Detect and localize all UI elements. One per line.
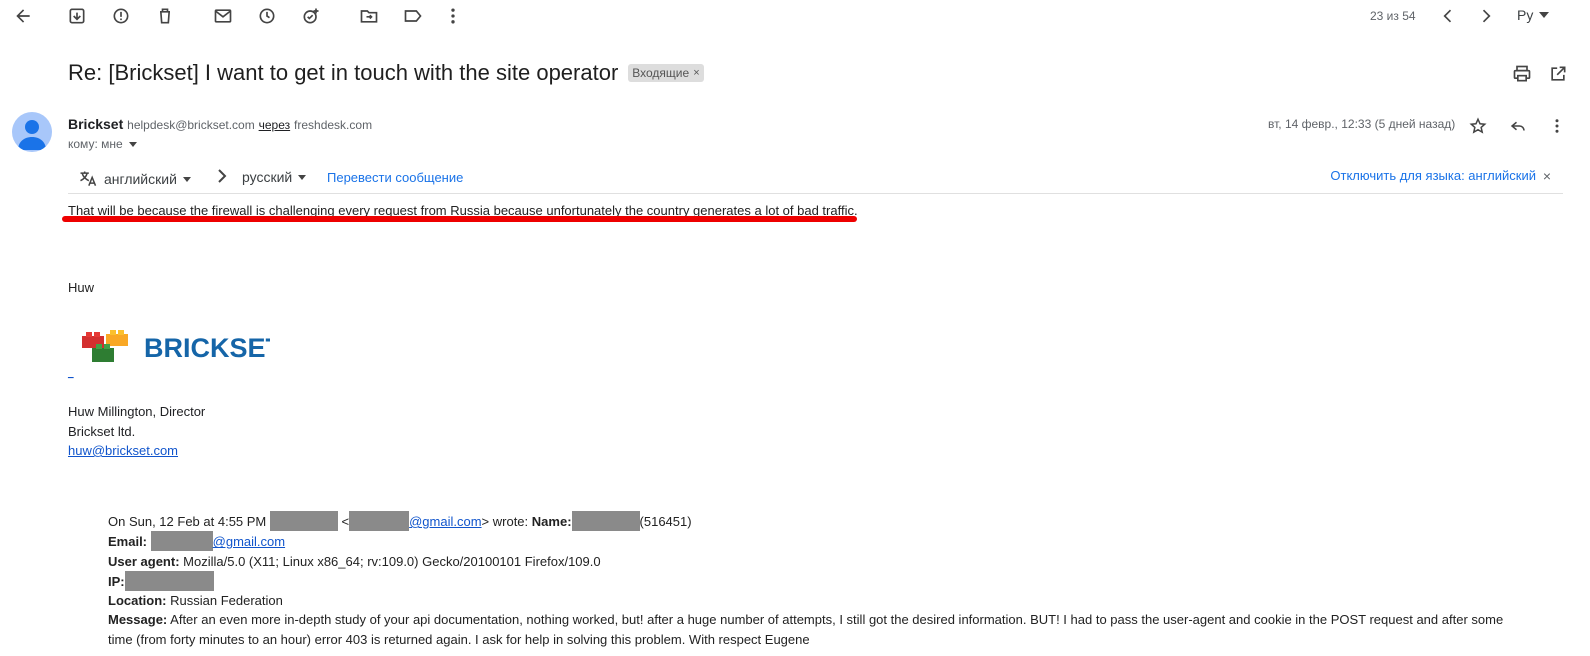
- red-highlight-underline: [62, 216, 857, 222]
- remove-label-button[interactable]: ×: [693, 67, 699, 79]
- quote-email-row: Email: @gmail.com: [108, 531, 1528, 552]
- close-translate-bar-button[interactable]: ×: [1543, 168, 1551, 184]
- add-task-icon[interactable]: [299, 4, 323, 28]
- disable-translation-link[interactable]: Отключить для языка: английский: [1330, 168, 1536, 183]
- quote-wrote: > wrote:: [481, 514, 529, 529]
- chevron-right-icon: [216, 169, 228, 183]
- signature: Huw Millington, Director Brickset ltd. h…: [68, 402, 205, 461]
- translate-bar: английский русский Перевести сообщение О…: [68, 162, 1563, 194]
- caret-down-icon: [128, 141, 137, 147]
- message-field-label: Message:: [108, 612, 168, 628]
- person-icon: [18, 120, 46, 150]
- chevron-left-icon[interactable]: [1436, 4, 1460, 28]
- print-icon[interactable]: [1510, 62, 1534, 86]
- mark-unread-icon[interactable]: [211, 4, 235, 28]
- target-language-label: русский: [242, 169, 293, 185]
- open-in-new-window-icon[interactable]: [1546, 62, 1570, 86]
- sender-name[interactable]: Brickset: [68, 116, 123, 132]
- star-icon[interactable]: [1466, 114, 1490, 138]
- sender-address: helpdesk@brickset.com: [127, 118, 255, 132]
- sender-line: Brickset helpdesk@brickset.com через fre…: [68, 116, 372, 132]
- chevron-right-icon[interactable]: [1474, 4, 1498, 28]
- recipient-label: кому: мне: [68, 137, 123, 151]
- ua-value: Mozilla/5.0 (X11; Linux x86_64; rv:109.0…: [183, 553, 601, 569]
- source-language-select[interactable]: английский: [78, 169, 191, 189]
- via-link[interactable]: через: [259, 118, 291, 132]
- inbox-label-chip[interactable]: Входящие ×: [628, 64, 704, 82]
- delete-icon[interactable]: [153, 4, 177, 28]
- message-value: After an even more in-depth study of you…: [108, 612, 1504, 647]
- recipient-details-toggle[interactable]: кому: мне: [68, 137, 137, 151]
- location-field-label: Location:: [108, 593, 167, 609]
- more-vert-icon[interactable]: [1545, 114, 1569, 138]
- email-date: вт, 14 февр., 12:33 (5 дней назад): [1268, 117, 1456, 131]
- avatar[interactable]: [12, 112, 52, 152]
- move-to-icon[interactable]: [357, 4, 381, 28]
- inbox-label-text: Входящие: [632, 66, 690, 80]
- source-language-label: английский: [104, 171, 177, 187]
- greeting-name: Huw: [68, 280, 95, 295]
- quote-email-link[interactable]: @gmail.com: [409, 514, 481, 529]
- name-id: (516451): [639, 514, 692, 529]
- quote-email-link-2[interactable]: @gmail.com: [213, 534, 285, 549]
- redacted-block: [349, 511, 410, 531]
- location-value: Russian Federation: [170, 593, 283, 609]
- archive-icon[interactable]: [65, 4, 89, 28]
- message-counter: 23 из 54: [1370, 9, 1416, 23]
- brickset-logo-text: BRICKSET: [144, 333, 270, 363]
- ua-field-label: User agent:: [108, 553, 180, 569]
- redacted-block: [269, 511, 338, 531]
- arrow-back-icon[interactable]: [11, 4, 35, 28]
- name-field-label: Name:: [531, 514, 572, 529]
- email-field-label: Email:: [108, 534, 148, 550]
- signature-name: Huw Millington, Director: [68, 404, 206, 419]
- redacted-block: [571, 511, 640, 531]
- caret-down-icon: [182, 176, 191, 182]
- email-subject: Re: [Brickset] I want to get in touch wi…: [68, 60, 619, 85]
- caret-down-icon: [298, 174, 307, 180]
- redacted-block: [150, 531, 213, 552]
- subject-row: Re: [Brickset] I want to get in touch wi…: [68, 60, 704, 86]
- quote-intro: On Sun, 12 Feb at 4:55 PM < @gmail.com> w…: [108, 511, 1528, 531]
- translate-message-link[interactable]: Перевести сообщение: [327, 170, 463, 185]
- redacted-block: [124, 570, 214, 591]
- snooze-icon[interactable]: [255, 4, 279, 28]
- quote-message-row: Message: After an even more in-depth stu…: [108, 610, 1528, 649]
- translate-icon: [80, 171, 97, 186]
- label-icon[interactable]: [401, 4, 425, 28]
- toolbar: 23 из 54 Ру: [0, 0, 1590, 32]
- quote-ua-row: User agent: Mozilla/5.0 (X11; Linux x86_…: [108, 552, 1528, 571]
- quoted-message: On Sun, 12 Feb at 4:55 PM < @gmail.com> w…: [108, 511, 1528, 649]
- quote-intro-text: On Sun, 12 Feb at 4:55 PM: [108, 514, 267, 529]
- brickset-logo[interactable]: BRICKSET: [80, 326, 283, 368]
- input-language-select[interactable]: Ру: [1517, 7, 1550, 23]
- caret-down-icon: [1539, 12, 1550, 18]
- report-spam-icon[interactable]: [109, 4, 133, 28]
- more-vert-icon[interactable]: [441, 4, 465, 28]
- signature-company: Brickset ltd.: [68, 423, 136, 439]
- quote-lt: <: [341, 514, 350, 529]
- ip-field-label: IP:: [108, 573, 125, 589]
- signature-email-link[interactable]: huw@brickset.com: [68, 443, 178, 458]
- target-language-select[interactable]: русский: [242, 169, 307, 185]
- reply-icon[interactable]: [1506, 114, 1530, 138]
- via-domain: freshdesk.com: [294, 118, 373, 132]
- quote-ip-row: IP:: [108, 570, 1528, 591]
- logo-link[interactable]: _: [68, 368, 74, 379]
- quote-location-row: Location: Russian Federation: [108, 591, 1528, 610]
- input-language-label: Ру: [1517, 7, 1534, 23]
